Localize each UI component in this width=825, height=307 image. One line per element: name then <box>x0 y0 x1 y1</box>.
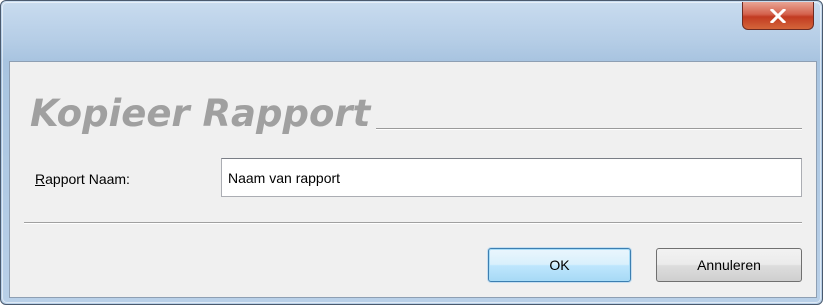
dialog-body: Kopieer Rapport Rapport Naam: OK Annuler… <box>9 61 817 298</box>
label-mnemonic: R <box>35 171 46 187</box>
cancel-button[interactable]: Annuleren <box>656 248 802 282</box>
report-name-input[interactable] <box>221 158 802 197</box>
close-button[interactable] <box>742 2 814 30</box>
dialog-heading: Kopieer Rapport <box>30 92 371 135</box>
report-name-label: Rapport Naam: <box>35 171 130 187</box>
heading-rule <box>376 128 802 130</box>
label-text: apport Naam: <box>45 171 130 187</box>
dialog-window: Kopieer Rapport Rapport Naam: OK Annuler… <box>0 0 823 305</box>
title-bar[interactable] <box>1 1 822 61</box>
close-icon <box>770 8 786 23</box>
separator <box>24 222 802 224</box>
heading-row: Kopieer Rapport <box>30 86 802 134</box>
ok-button[interactable]: OK <box>488 248 631 282</box>
